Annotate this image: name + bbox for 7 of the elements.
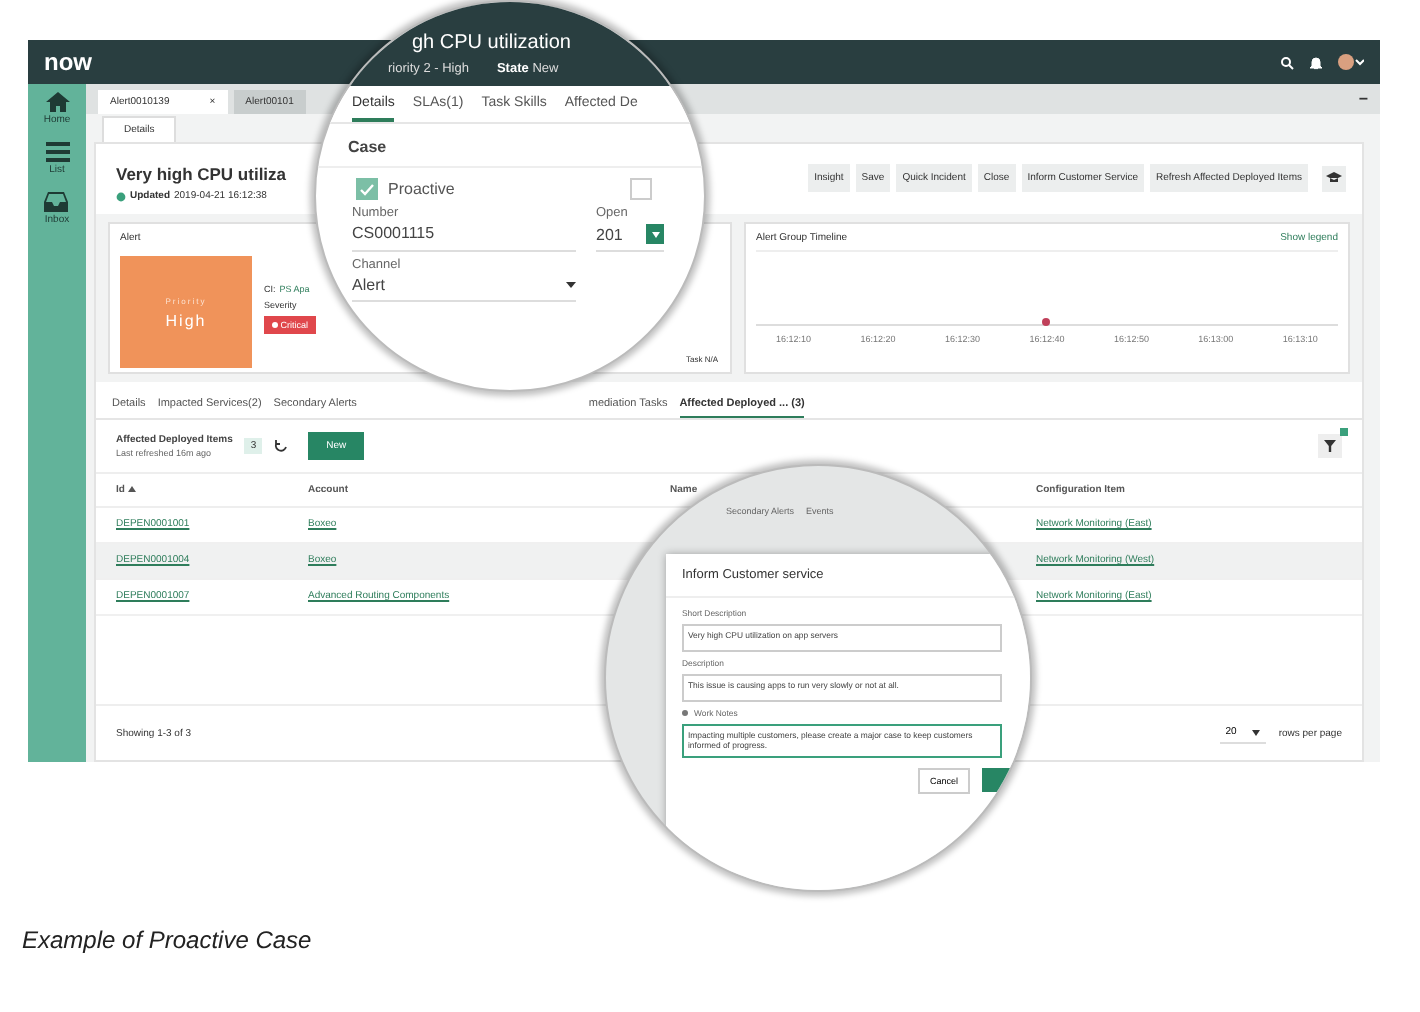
record-title: Very high CPU utiliza	[116, 164, 287, 184]
record-heading: gh CPU utilization	[412, 32, 571, 54]
logo: now	[44, 48, 92, 76]
caption: Example of Proactive Case	[22, 926, 312, 954]
checkbox-label: Proactive	[388, 180, 455, 198]
section-title: Case	[316, 124, 704, 168]
priority-value: High	[165, 311, 207, 329]
